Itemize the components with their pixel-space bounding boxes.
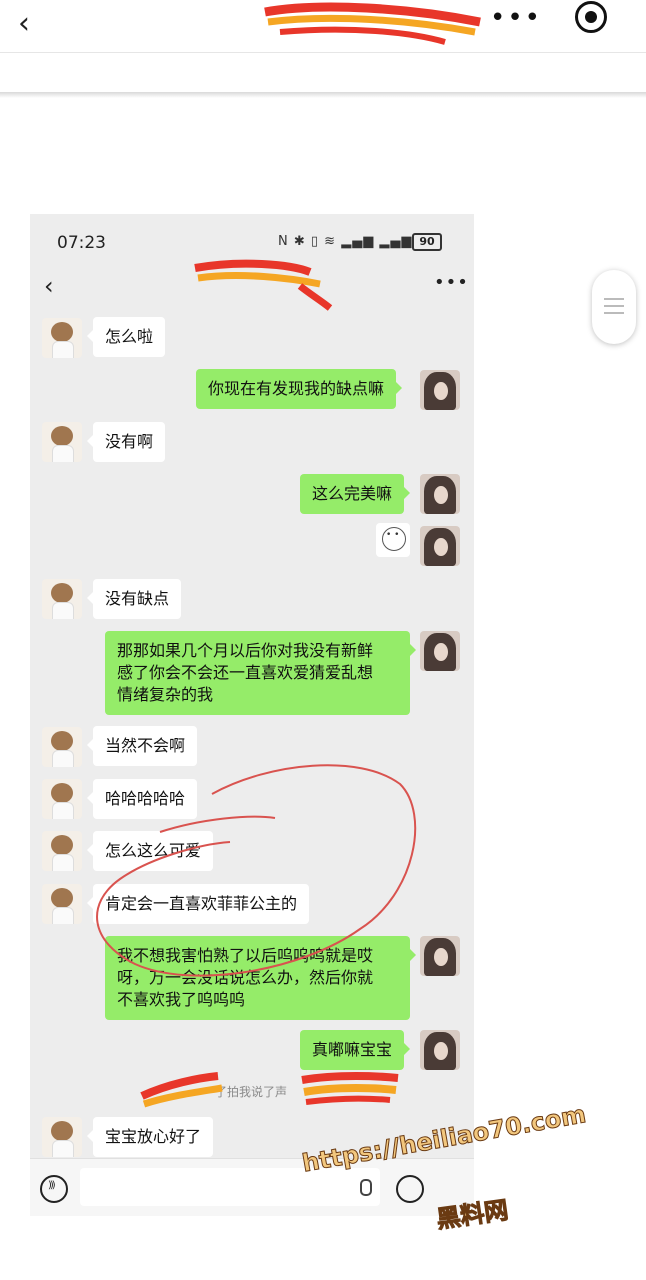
redaction-scribble <box>264 2 481 45</box>
more-dots-icon[interactable]: ••• <box>490 3 542 33</box>
annotation-circle <box>96 764 417 977</box>
chat-screenshot: 07:23 N ✱ ▯ ≋ ▂▄▆ ▂▄▆ 90 ‹ ••• 怎么啦 你现在有发… <box>30 214 474 1216</box>
divider <box>0 52 646 53</box>
divider-shadow <box>0 92 646 98</box>
record-target-icon[interactable] <box>575 1 607 33</box>
chevron-left-icon[interactable]: ‹ <box>18 6 30 41</box>
top-bar: ‹ ••• <box>0 0 646 52</box>
side-handle[interactable] <box>592 270 636 344</box>
